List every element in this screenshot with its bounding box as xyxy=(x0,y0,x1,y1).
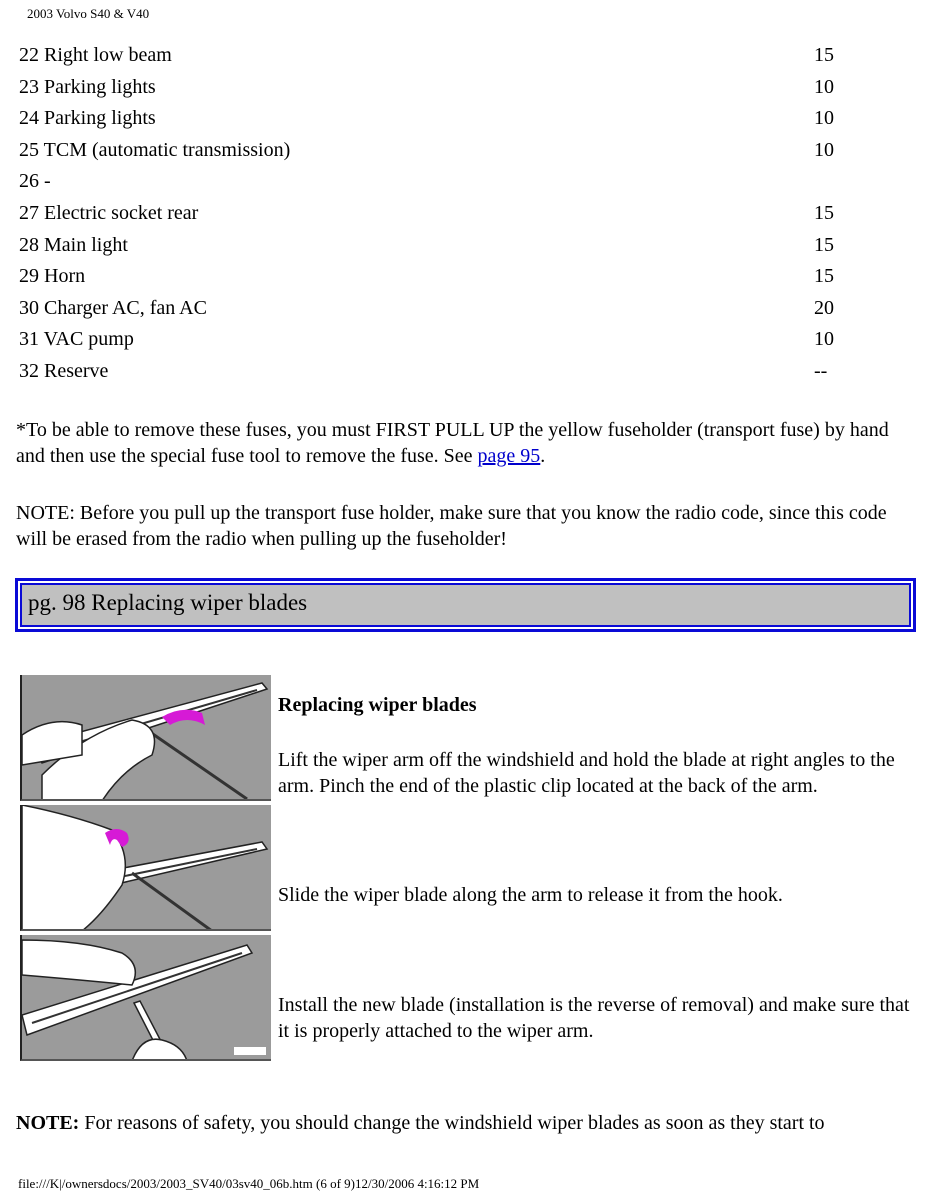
table-row: 29 Horn 15 xyxy=(19,261,919,293)
note-text: *To be able to remove these fuses, you m… xyxy=(16,419,889,467)
table-row: 30 Charger AC, fan AC 20 xyxy=(19,293,919,325)
table-row: 32 Reserve -- xyxy=(19,356,919,388)
file-path-footer: file:///K|/ownersdocs/2003/2003_SV40/03s… xyxy=(18,1176,480,1191)
table-row: 27 Electric socket rear 15 xyxy=(19,198,919,230)
table-row: 26 - xyxy=(19,166,919,198)
wiper-step-1: Lift the wiper arm off the windshield an… xyxy=(278,749,895,797)
wiper-step2-drawing xyxy=(22,805,269,929)
fuse-amp: 10 xyxy=(814,107,834,130)
wiper-illustrations xyxy=(20,675,271,1065)
wiper-illustration-1 xyxy=(20,675,271,801)
radio-code-note: NOTE: Before you pull up the transport f… xyxy=(16,502,887,550)
table-row: 28 Main light 15 xyxy=(19,230,919,262)
section-header: pg. 98 Replacing wiper blades xyxy=(15,578,916,632)
fuse-amp: 10 xyxy=(814,138,834,161)
fuse-amp: 10 xyxy=(814,75,834,98)
fuse-amp: 15 xyxy=(814,233,834,256)
fuse-name: 24 Parking lights xyxy=(19,107,156,130)
fuse-name: 31 VAC pump xyxy=(19,328,134,351)
table-row: 31 VAC pump 10 xyxy=(19,324,919,356)
table-row: 23 Parking lights 10 xyxy=(19,72,919,104)
wiper-step1-drawing xyxy=(22,682,269,799)
fuse-amp: 15 xyxy=(814,265,834,288)
fuse-name: 28 Main light xyxy=(19,233,128,256)
table-row: 25 TCM (automatic transmission) 10 xyxy=(19,135,919,167)
fuse-amp: 20 xyxy=(814,296,834,319)
wiper-illustration-3 xyxy=(20,935,271,1061)
fuse-amp: 15 xyxy=(814,44,834,66)
fuse-removal-note: *To be able to remove these fuses, you m… xyxy=(16,417,916,469)
fuse-name: 27 Electric socket rear xyxy=(19,201,199,224)
wiper-step3-drawing xyxy=(22,939,266,1059)
fuse-name: 23 Parking lights xyxy=(19,75,156,98)
fuse-name: 32 Reserve xyxy=(19,359,109,382)
fuse-name: 26 - xyxy=(19,170,51,193)
fuse-amp: 15 xyxy=(814,201,834,224)
fuse-name: 22 Right low beam xyxy=(19,44,172,66)
wiper-step-2: Slide the wiper blade along the arm to r… xyxy=(278,884,783,906)
fuse-amp: 10 xyxy=(814,328,834,351)
note-body: For reasons of safety, you should change… xyxy=(79,1112,825,1134)
fuse-name: 30 Charger AC, fan AC xyxy=(19,296,207,319)
wiper-heading: Replacing wiper blades xyxy=(278,694,477,716)
wiper-illustration-2 xyxy=(20,805,271,931)
table-row: 22 Right low beam 15 xyxy=(19,40,919,72)
table-row: 24 Parking lights 10 xyxy=(19,103,919,135)
fuse-amp: -- xyxy=(814,359,828,382)
wiper-step-3: Install the new blade (installation is t… xyxy=(278,994,910,1042)
note-label: NOTE: xyxy=(16,1112,80,1134)
note-end: . xyxy=(540,445,546,467)
page-95-link[interactable]: page 95 xyxy=(478,445,541,467)
fuse-table: 22 Right low beam 15 23 Parking lights 10 … xyxy=(19,40,919,388)
section-title: pg. 98 Replacing wiper blades xyxy=(20,583,911,627)
fuse-name: 25 TCM (automatic transmission) xyxy=(19,138,291,161)
safety-note: NOTE: For reasons of safety, you should … xyxy=(16,1110,916,1136)
fuse-name: 29 Horn xyxy=(19,265,86,288)
document-header: 2003 Volvo S40 & V40 xyxy=(27,6,150,21)
